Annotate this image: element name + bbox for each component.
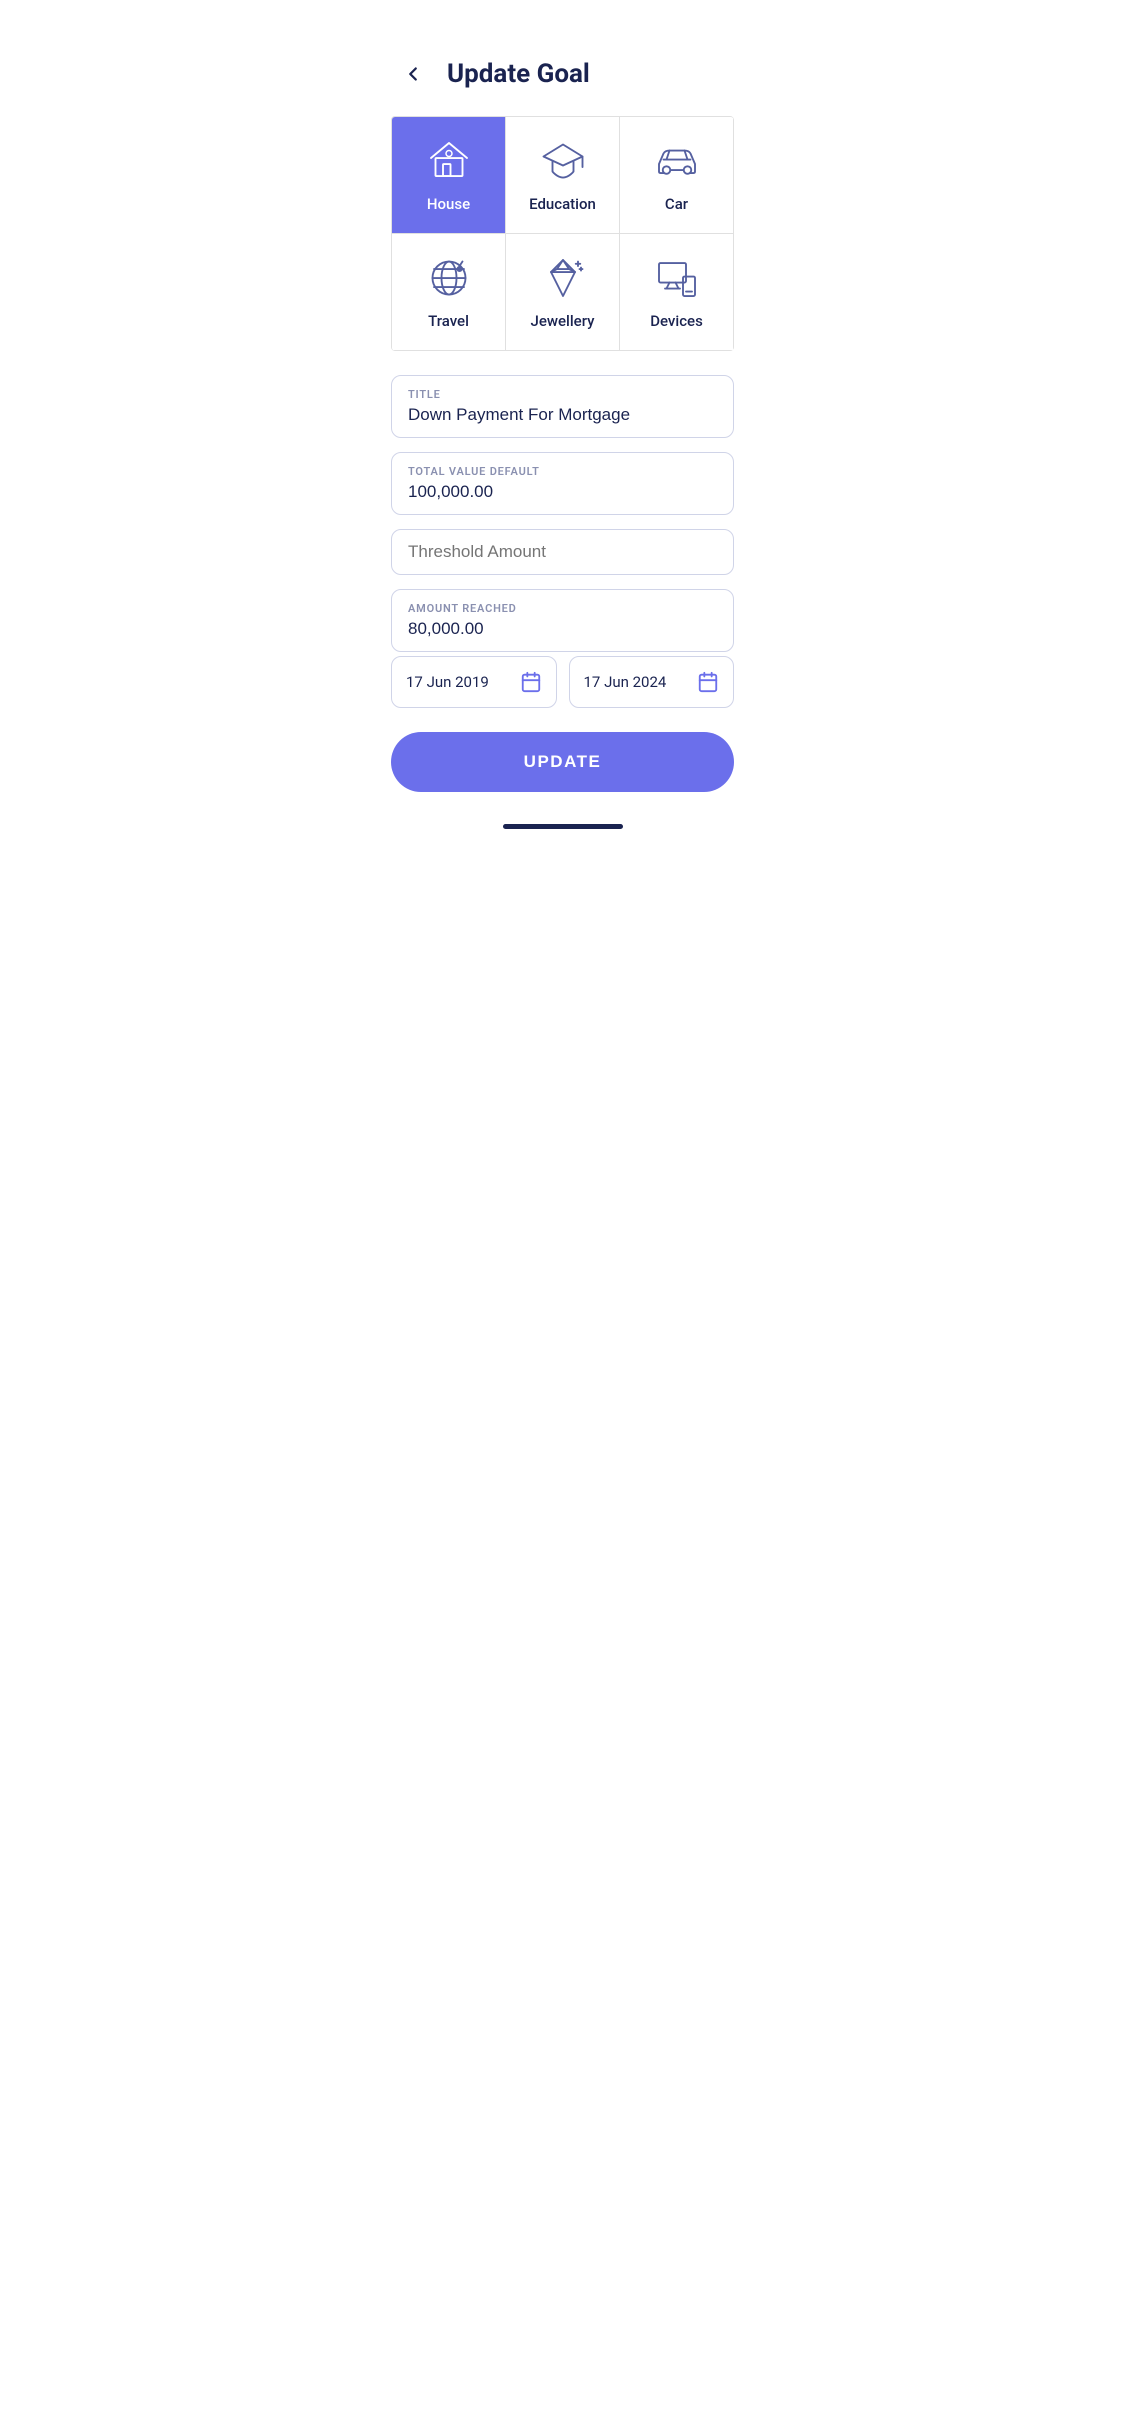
- update-button[interactable]: UPDATE: [391, 732, 734, 792]
- category-house-label: House: [427, 195, 470, 213]
- total-value-input[interactable]: [408, 482, 717, 502]
- amount-reached-input[interactable]: [408, 619, 717, 639]
- end-date-text: 17 Jun 2024: [584, 673, 667, 691]
- category-education[interactable]: Education: [506, 117, 620, 234]
- threshold-input-group[interactable]: [391, 529, 734, 575]
- category-house[interactable]: House: [392, 117, 506, 234]
- category-car-label: Car: [665, 195, 688, 213]
- start-date-field[interactable]: 17 Jun 2019: [391, 656, 557, 708]
- form-section: TITLE TOTAL VALUE DEFAULT AMOUNT REACHED: [375, 351, 750, 652]
- home-indicator: [503, 824, 623, 829]
- total-value-label: TOTAL VALUE DEFAULT: [408, 465, 717, 478]
- amount-reached-input-group[interactable]: AMOUNT REACHED: [391, 589, 734, 652]
- category-jewellery-label: Jewellery: [531, 312, 595, 330]
- threshold-input[interactable]: [408, 542, 717, 562]
- end-date-calendar-icon: [697, 671, 719, 693]
- page-title: Update Goal: [447, 59, 590, 89]
- title-input-group[interactable]: TITLE: [391, 375, 734, 438]
- title-label: TITLE: [408, 388, 717, 401]
- category-jewellery[interactable]: Jewellery: [506, 234, 620, 351]
- end-date-field[interactable]: 17 Jun 2024: [569, 656, 735, 708]
- back-button[interactable]: [395, 56, 431, 92]
- category-devices-label: Devices: [650, 312, 703, 330]
- category-car[interactable]: Car: [620, 117, 734, 234]
- start-date-calendar-icon: [520, 671, 542, 693]
- category-education-label: Education: [529, 195, 596, 213]
- date-row: 17 Jun 2019 17 Jun 2024: [375, 656, 750, 708]
- header: Update Goal: [375, 0, 750, 108]
- title-input[interactable]: [408, 405, 717, 425]
- category-grid: House Education Car: [391, 116, 734, 351]
- category-travel[interactable]: Travel: [392, 234, 506, 351]
- category-travel-label: Travel: [428, 312, 469, 330]
- amount-reached-label: AMOUNT REACHED: [408, 602, 717, 615]
- total-value-input-group[interactable]: TOTAL VALUE DEFAULT: [391, 452, 734, 515]
- category-devices[interactable]: Devices: [620, 234, 734, 351]
- start-date-text: 17 Jun 2019: [406, 673, 489, 691]
